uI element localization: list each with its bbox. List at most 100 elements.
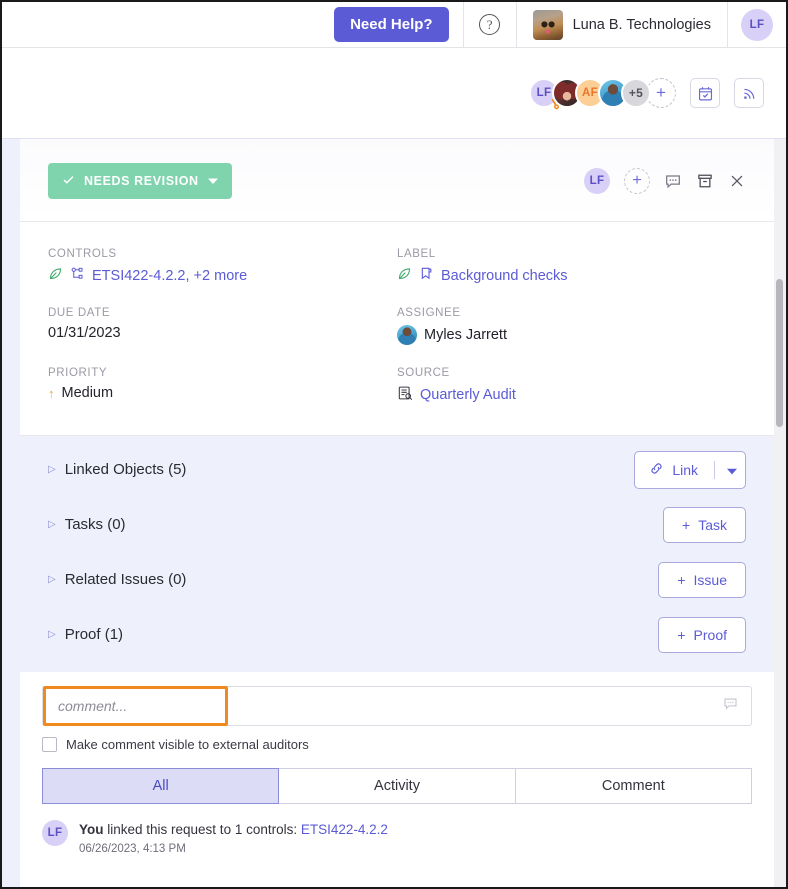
org-logo-icon	[532, 9, 563, 40]
section-tasks: ▷ Tasks (0) + Task	[48, 497, 746, 552]
arrow-up-icon: ↑	[48, 385, 55, 401]
comment-zone: Make comment visible to external auditor…	[20, 672, 774, 752]
external-auditor-label: Make comment visible to external auditor…	[66, 737, 309, 752]
field-due-date: DUE DATE 01/31/2023	[48, 307, 397, 345]
sections-list: ▷ Linked Objects (5) Link ▷ Tasks (0) + …	[20, 436, 774, 672]
calendar-check-icon[interactable]	[690, 78, 720, 108]
detail-panel-wrapper: NEEDS REVISION LF + CONTROLS ETSI422-4.2…	[2, 138, 786, 887]
field-value[interactable]: ↑ Medium	[48, 385, 397, 401]
avatar-overflow-count[interactable]: +5	[621, 78, 651, 108]
panel-left-rail	[2, 138, 20, 887]
link-button[interactable]: Link	[634, 450, 746, 489]
field-label: ASSIGNEE	[397, 307, 461, 319]
field-label: DUE DATE	[48, 307, 111, 319]
activity-item: LF You linked this request to 1 controls…	[20, 804, 774, 865]
source-link[interactable]: Quarterly Audit	[420, 387, 516, 403]
scrollbar-thumb[interactable]	[776, 279, 783, 427]
activity-content: You linked this request to 1 controls: E…	[79, 820, 388, 855]
activity-timestamp: 06/26/2023, 4:13 PM	[79, 842, 186, 855]
section-related-issues: ▷ Related Issues (0) + Issue	[48, 552, 746, 607]
add-issue-label: Issue	[693, 571, 727, 588]
section-toggle[interactable]: ▷ Proof (1)	[48, 626, 123, 643]
field-value[interactable]: 01/31/2023	[48, 325, 397, 341]
activity-tabs: All Activity Comment	[20, 752, 774, 804]
comment-input[interactable]	[43, 686, 228, 726]
field-value: Background checks	[397, 266, 746, 285]
field-controls: CONTROLS ETSI422-4.2.2, +2 more	[48, 248, 397, 285]
section-linked-objects: ▷ Linked Objects (5) Link	[48, 442, 746, 497]
bookmark-tag-icon	[419, 266, 434, 285]
avatar-assigned[interactable]: LF	[584, 168, 610, 194]
add-proof-button[interactable]: + Proof	[658, 616, 746, 653]
section-title: Linked Objects (5)	[64, 461, 187, 478]
field-label: CONTROLS	[48, 248, 117, 260]
field-label: LABEL	[397, 248, 436, 260]
activity-body: linked this request to 1 controls:	[103, 822, 301, 837]
section-toggle[interactable]: ▷ Related Issues (0)	[48, 571, 186, 588]
activity-text: You linked this request to 1 controls: E…	[79, 820, 388, 840]
activity-link[interactable]: ETSI422-4.2.2	[301, 822, 388, 837]
comment-box	[42, 686, 752, 726]
add-watcher-button[interactable]: +	[624, 168, 650, 194]
field-value: Quarterly Audit	[397, 385, 746, 405]
avatar: LF	[741, 8, 773, 41]
section-title: Proof (1)	[64, 626, 124, 643]
tab-all[interactable]: All	[42, 768, 280, 804]
chevron-down-icon[interactable]	[727, 462, 737, 478]
section-toggle[interactable]: ▷ Linked Objects (5)	[48, 461, 186, 478]
field-value[interactable]: Myles Jarrett	[397, 325, 746, 345]
avatar-stack: LF AF +5 +	[529, 78, 676, 108]
controls-link[interactable]: ETSI422-4.2.2, +2 more	[92, 268, 247, 284]
status-badge[interactable]: NEEDS REVISION	[48, 163, 232, 199]
avatar	[397, 325, 417, 345]
archive-icon[interactable]	[696, 172, 714, 190]
need-help-button[interactable]: Need Help?	[334, 7, 449, 42]
external-auditor-checkbox[interactable]	[42, 737, 57, 752]
add-task-label: Task	[698, 516, 727, 533]
field-source: SOURCE Quarterly Audit	[397, 367, 746, 405]
status-row: NEEDS REVISION LF +	[20, 139, 774, 222]
plus-icon: +	[677, 571, 686, 588]
close-icon[interactable]	[728, 172, 746, 190]
user-menu[interactable]: LF	[728, 2, 786, 47]
question-circle-icon: ?	[479, 14, 501, 35]
document-search-icon	[397, 385, 413, 405]
chain-link-icon	[649, 461, 664, 479]
collaborator-toolbar: LF AF +5 +	[2, 48, 786, 138]
plus-icon: +	[682, 516, 691, 533]
add-issue-button[interactable]: + Issue	[658, 561, 746, 598]
assignee-name: Myles Jarrett	[424, 327, 507, 343]
label-link[interactable]: Background checks	[441, 268, 568, 284]
sitemap-icon	[70, 266, 85, 285]
section-toggle[interactable]: ▷ Tasks (0)	[48, 516, 126, 533]
status-badge-label: NEEDS REVISION	[84, 174, 199, 188]
org-switcher[interactable]: Luna B. Technologies	[517, 2, 727, 47]
help-button[interactable]: ?	[464, 2, 516, 47]
field-label: PRIORITY	[48, 367, 108, 379]
panel-scrollbar[interactable]	[774, 138, 786, 887]
tab-comment[interactable]: Comment	[515, 768, 752, 804]
chevron-down-icon	[207, 174, 218, 188]
request-detail-panel: NEEDS REVISION LF + CONTROLS ETSI422-4.2…	[20, 138, 774, 887]
section-proof: ▷ Proof (1) + Proof	[48, 607, 746, 662]
metadata-grid: CONTROLS ETSI422-4.2.2, +2 more LABEL Ba…	[20, 222, 774, 436]
avatar: LF	[42, 820, 68, 846]
comment-icon[interactable]	[722, 695, 739, 717]
triangle-right-icon: ▷	[48, 629, 56, 640]
rss-feed-icon[interactable]	[734, 78, 764, 108]
tab-activity[interactable]: Activity	[279, 768, 516, 804]
button-separator	[714, 460, 715, 479]
field-value: ETSI422-4.2.2, +2 more	[48, 266, 397, 285]
comment-icon[interactable]	[664, 172, 682, 190]
top-header-bar: Need Help? ? Luna B. Technologies LF	[2, 2, 786, 48]
org-name-label: Luna B. Technologies	[572, 16, 711, 33]
activity-actor: You	[79, 822, 104, 837]
link-button-label: Link	[672, 461, 698, 478]
add-proof-label: Proof	[693, 626, 727, 643]
triangle-right-icon: ▷	[48, 519, 56, 530]
triangle-right-icon: ▷	[48, 464, 56, 475]
add-task-button[interactable]: + Task	[663, 506, 746, 543]
section-title: Tasks (0)	[64, 516, 126, 533]
app-window: Need Help? ? Luna B. Technologies LF LF …	[0, 0, 788, 889]
field-assignee: ASSIGNEE Myles Jarrett	[397, 307, 746, 345]
